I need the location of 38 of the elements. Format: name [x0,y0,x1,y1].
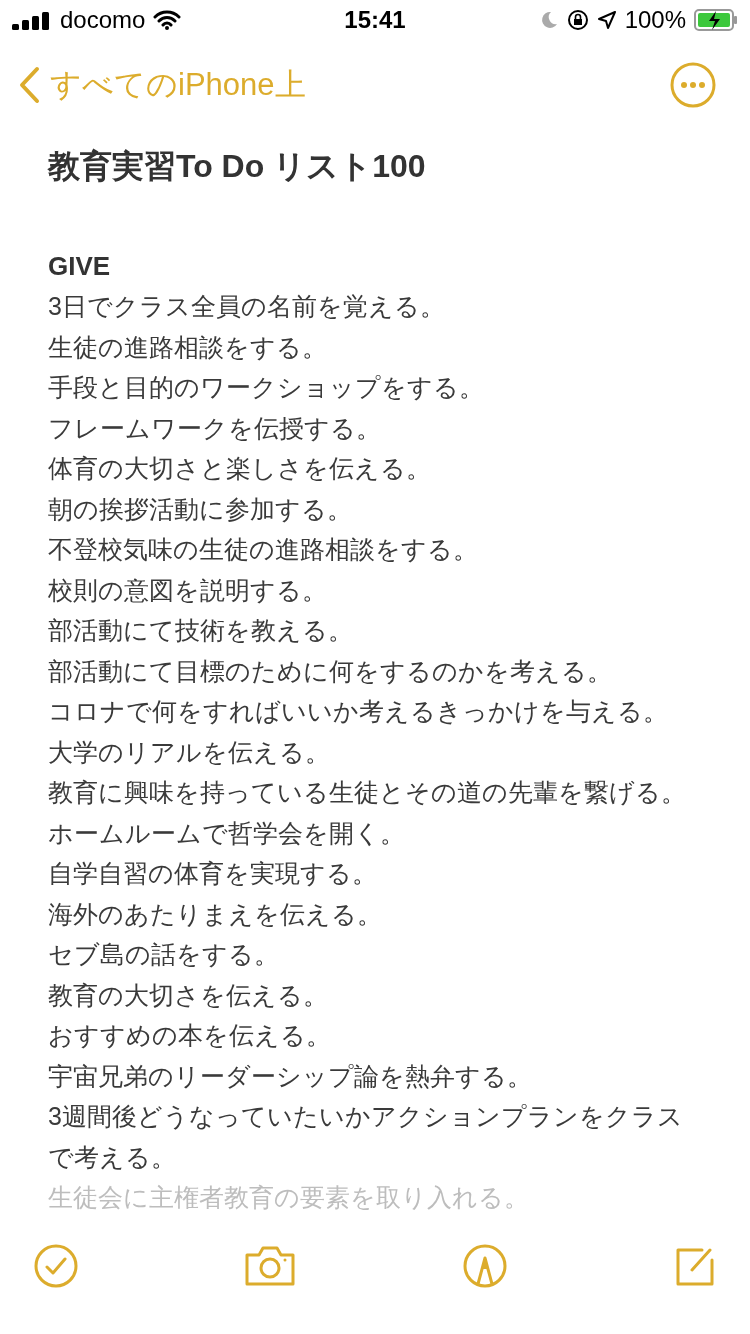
wifi-icon [153,10,182,30]
battery-charging-icon [694,9,738,31]
note-line: 教育に興味を持っている生徒とその道の先輩を繋げる。 [48,777,687,808]
note-line: 海外のあたりまえを伝える。 [48,898,383,930]
note-title: 教育実習To Do リスト100 [48,147,427,186]
back-button[interactable]: すべてのiPhone上 [18,64,306,106]
note-line: 3週間後どうなっていたいかアクションプランをクラスで考える。 [48,1101,684,1173]
note-line: 体育の大切さと楽しさを伝える。 [48,453,432,484]
camera-button[interactable] [243,1245,298,1287]
more-button[interactable] [670,62,716,108]
rotation-lock-icon [566,9,589,31]
note-line: 不登校気味の生徒の進路相談をする。 [48,534,479,565]
note-line: 生徒会に主権者教育の要素を取り入れる。 [48,1182,530,1213]
checklist-button[interactable] [34,1244,78,1288]
note-line: セブ島の話をする。 [48,939,280,970]
battery-percent: 100% [624,6,686,34]
note-line: 3日でクラス全員の名前を覚える。 [48,291,446,322]
note-line: 宇宙兄弟のリーダーシップ論を熱弁する。 [48,1060,533,1092]
location-arrow-icon [596,10,617,30]
note-line: 手段と目的のワークショップをする。 [48,372,485,403]
carrier-name: docomo [60,6,146,34]
note-line: 大学のリアルを伝える。 [48,736,331,768]
note-line: フレームワークを伝授する。 [48,412,382,444]
note-line: おすすめの本を伝える。 [48,1020,332,1051]
signal-icon [12,10,52,30]
note-line: 校則の意図を説明する。 [48,574,328,606]
note-line: ホームルームで哲学会を開く。 [48,817,406,849]
note-line: 教育の大切さを伝える。 [48,979,329,1011]
note-line: コロナで何をすればいいか考えるきっかけを与える。 [48,696,669,727]
status-time: 15:41 [344,6,406,34]
chevron-left-icon [18,66,40,104]
section-heading: GIVE [48,250,112,283]
note-line: 朝の挨拶活動に参加する。 [48,493,353,525]
markup-button[interactable] [462,1244,507,1288]
note-line: 部活動にて技術を教える。 [48,615,354,646]
note-line: 生徒の進路相談をする。 [48,331,328,363]
note-line: 部活動にて目標のために何をするのかを考える。 [48,655,613,687]
note-line: 自学自習の体育を実現する。 [48,858,378,889]
